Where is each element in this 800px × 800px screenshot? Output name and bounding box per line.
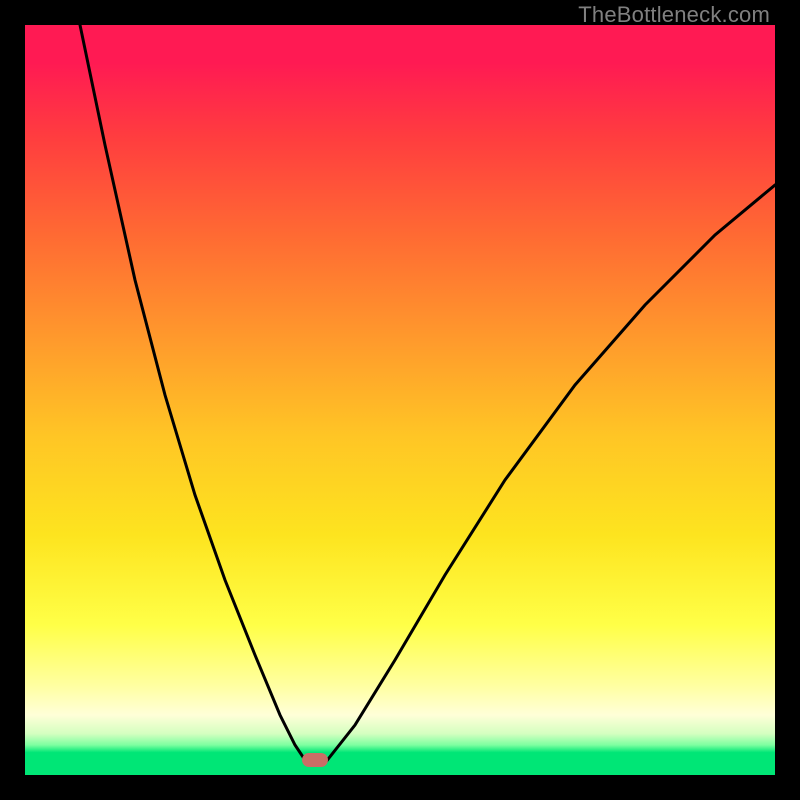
watermark-text: TheBottleneck.com: [578, 2, 770, 28]
plot-area: [25, 25, 775, 775]
chart-frame: TheBottleneck.com: [0, 0, 800, 800]
gradient-background: [25, 25, 775, 775]
